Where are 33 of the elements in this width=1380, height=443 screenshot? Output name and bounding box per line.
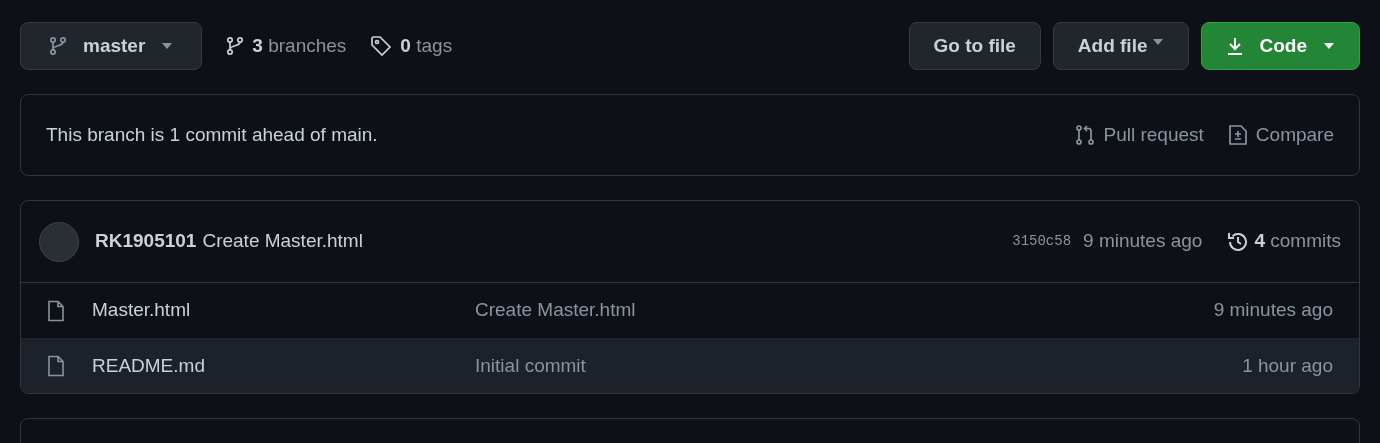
branches-link[interactable]: 3 branches — [226, 31, 347, 61]
branch-icon — [49, 36, 67, 56]
commit-sha-link[interactable]: 3150c58 — [1012, 231, 1072, 252]
compare-link[interactable]: Compare — [1227, 120, 1334, 150]
file-name-link[interactable]: README.md — [92, 351, 475, 381]
tag-icon — [370, 35, 393, 57]
commit-author-link[interactable]: RK1905101 — [95, 227, 197, 256]
pull-request-link[interactable]: Pull request — [1073, 120, 1204, 150]
file-time: 1 hour ago — [1242, 353, 1333, 378]
download-icon — [1225, 36, 1244, 56]
file-commit-message-link[interactable]: Initial commit — [475, 351, 586, 381]
go-to-file-button[interactable]: Go to file — [908, 22, 1041, 70]
commits-link[interactable]: 4 commits — [1226, 227, 1341, 256]
branch-select-button[interactable]: master — [20, 22, 203, 70]
tags-link[interactable]: 0 tags — [370, 31, 453, 61]
file-name-link[interactable]: Master.html — [92, 296, 475, 325]
caret-icon — [1151, 38, 1164, 46]
branch-status-text: This branch is 1 commit ahead of main. — [46, 122, 378, 147]
file-row[interactable]: README.md Initial commit 1 hour ago — [21, 338, 1359, 393]
file-icon — [47, 299, 65, 322]
avatar — [39, 221, 79, 262]
commit-message-link[interactable]: Create Master.html — [202, 227, 363, 256]
code-button[interactable]: Code — [1200, 22, 1360, 70]
caret-icon — [1323, 42, 1335, 50]
add-file-button[interactable]: Add file — [1052, 22, 1189, 70]
branch-icon — [226, 36, 245, 56]
compare-icon — [1227, 124, 1248, 146]
pull-request-icon — [1073, 124, 1096, 146]
file-commit-message-link[interactable]: Create Master.html — [475, 296, 636, 325]
file-time: 9 minutes ago — [1213, 298, 1333, 323]
file-icon — [47, 355, 65, 377]
caret-icon — [161, 42, 174, 50]
commit-time: 9 minutes ago — [1083, 229, 1203, 254]
